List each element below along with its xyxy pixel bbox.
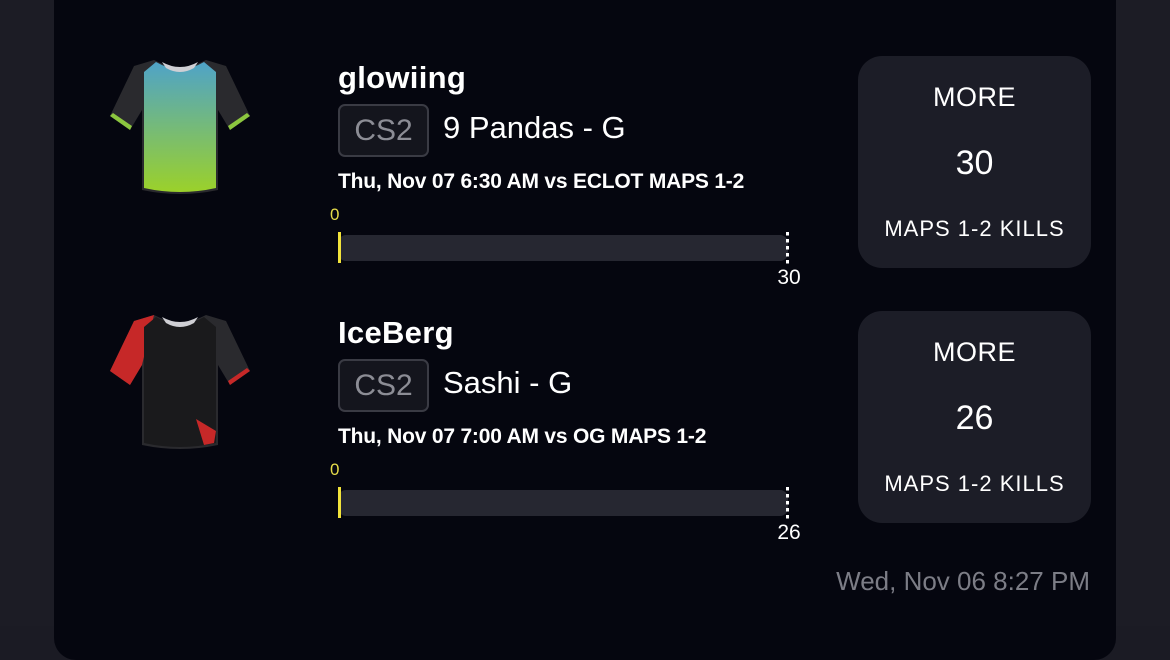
match-info: Thu, Nov 07 6:30 AM vs ECLOT MAPS 1-2: [338, 170, 745, 193]
progress-target-marker: [786, 232, 789, 266]
progress-target-marker: [786, 487, 789, 521]
progress-fill: [338, 487, 341, 518]
team-position: 9 Pandas - G: [443, 110, 626, 145]
progress-fill: [338, 232, 341, 263]
progress-target-label: 30: [777, 266, 801, 289]
progress-target-label: 26: [777, 521, 801, 544]
team-position: Sashi - G: [443, 365, 573, 400]
game-badge: CS2: [338, 359, 429, 412]
prop-stat-label: MAPS 1-2 KILLS: [884, 471, 1065, 496]
prop-stat-label: MAPS 1-2 KILLS: [884, 216, 1065, 241]
prop-line-value: 30: [955, 144, 994, 182]
progress-start-label: 0: [330, 460, 340, 479]
player-name: glowiing: [338, 60, 467, 95]
progress-start-label: 0: [330, 205, 340, 224]
progress-track: [338, 490, 788, 516]
prop-direction: MORE: [933, 82, 1016, 112]
match-info: Thu, Nov 07 7:00 AM vs OG MAPS 1-2: [338, 425, 707, 448]
pick-row: IceBerg CS2 Sashi - G Thu, Nov 07 7:00 A…: [0, 307, 1170, 544]
black-red-jersey-icon: [110, 315, 250, 449]
green-blue-jersey-icon: [110, 60, 250, 194]
game-badge: CS2: [338, 104, 429, 157]
prop-button[interactable]: MORE 26 MAPS 1-2 KILLS: [858, 311, 1091, 523]
prop-button[interactable]: MORE 30 MAPS 1-2 KILLS: [858, 56, 1091, 268]
submitted-timestamp: Wed, Nov 06 8:27 PM: [836, 566, 1090, 596]
progress-track: [338, 235, 788, 261]
pick-row: glowiing CS2 9 Pandas - G Thu, Nov 07 6:…: [0, 52, 1170, 289]
prop-direction: MORE: [933, 337, 1016, 367]
prop-line-value: 26: [955, 399, 994, 437]
player-name: IceBerg: [338, 315, 454, 350]
